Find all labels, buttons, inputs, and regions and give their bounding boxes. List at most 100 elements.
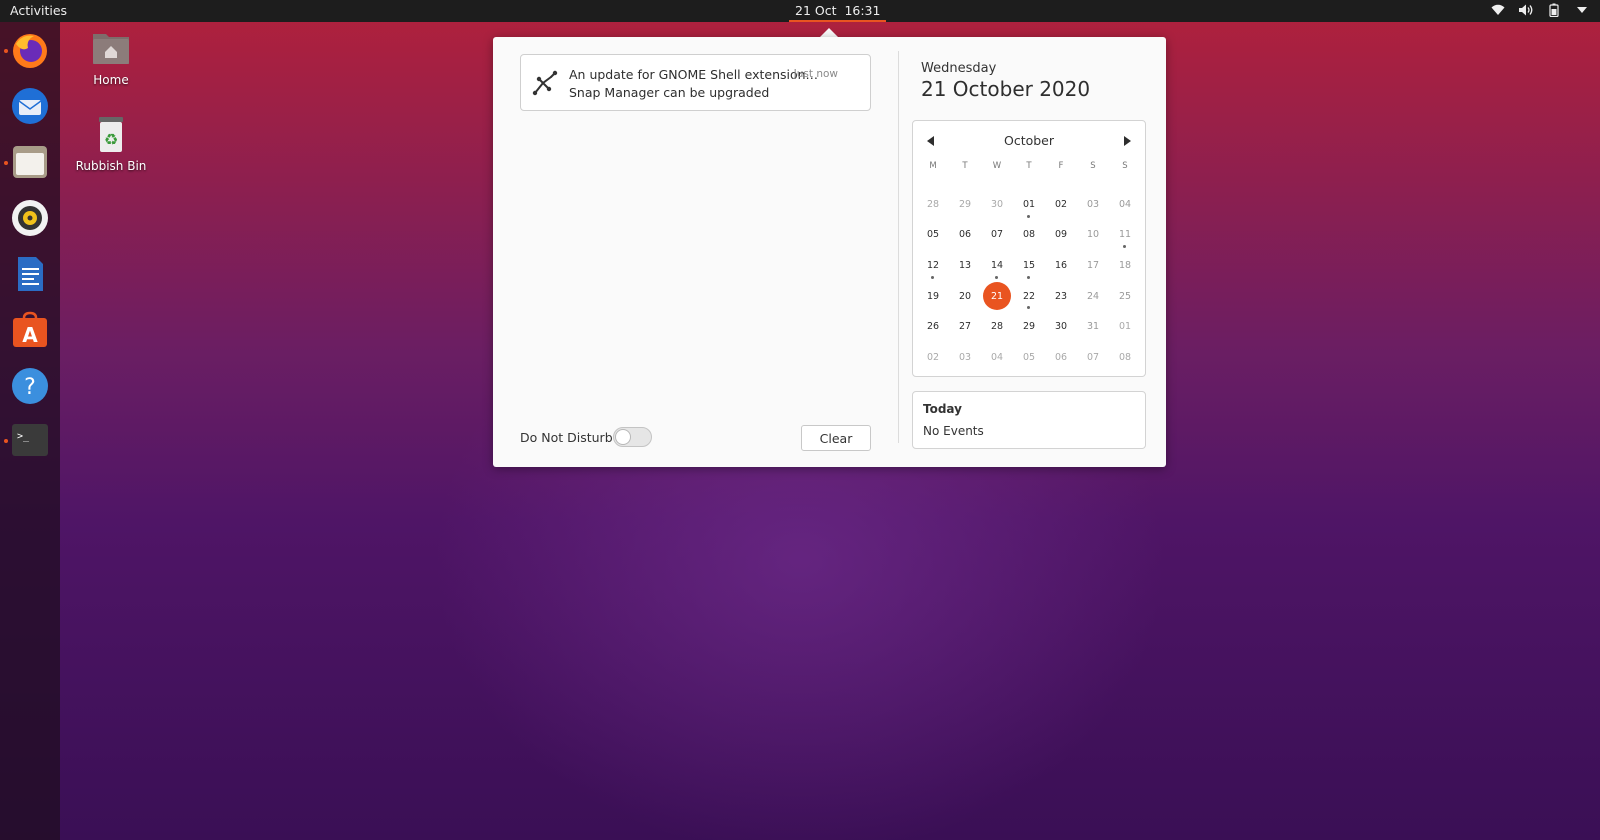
calendar-day-number: 30: [990, 198, 1004, 210]
calendar-day[interactable]: 26: [917, 311, 949, 342]
calendar-day[interactable]: 23: [1045, 281, 1077, 312]
calendar-day[interactable]: 04: [1109, 189, 1141, 220]
system-tray[interactable]: [1490, 2, 1590, 18]
calendar: October M T W T F S S 28 29 30 01 02 03 04 05 06…: [912, 120, 1146, 377]
calendar-day-number: 08: [1118, 351, 1132, 363]
calendar-day-number: 23: [1054, 290, 1068, 302]
calendar-day[interactable]: 10: [1077, 220, 1109, 251]
calendar-day[interactable]: 28: [917, 189, 949, 220]
firefox-icon[interactable]: [10, 30, 50, 70]
calendar-day[interactable]: 31: [1077, 311, 1109, 342]
weekday-header: M: [929, 161, 937, 171]
system-menu-chevron-icon[interactable]: [1574, 2, 1590, 18]
calendar-day-number: 22: [1022, 290, 1036, 302]
desktop-home[interactable]: Home: [71, 28, 151, 87]
notification-card[interactable]: An update for GNOME Shell extension… Jus…: [520, 54, 871, 111]
calendar-day-number: 27: [958, 321, 972, 333]
do-not-disturb-toggle[interactable]: [613, 427, 652, 447]
calendar-day[interactable]: 05: [917, 220, 949, 251]
calendar-day[interactable]: 29: [949, 189, 981, 220]
calendar-day[interactable]: 25: [1109, 281, 1141, 312]
calendar-day[interactable]: 30: [981, 189, 1013, 220]
terminal-icon[interactable]: >_: [10, 420, 50, 460]
help-icon[interactable]: ?: [10, 366, 50, 406]
calendar-day-number: 04: [990, 351, 1004, 363]
calendar-day[interactable]: 04: [981, 342, 1013, 373]
calendar-day[interactable]: 18: [1109, 250, 1141, 281]
calendar-day[interactable]: 13: [949, 250, 981, 281]
calendar-day[interactable]: 06: [1045, 342, 1077, 373]
calendar-day[interactable]: 28: [981, 311, 1013, 342]
calendar-day[interactable]: 29: [1013, 311, 1045, 342]
events-body: No Events: [923, 424, 984, 438]
calendar-day[interactable]: 02: [917, 342, 949, 373]
calendar-day[interactable]: 08: [1109, 342, 1141, 373]
calendar-day[interactable]: 12: [917, 250, 949, 281]
calendar-day[interactable]: 27: [949, 311, 981, 342]
calendar-day[interactable]: 02: [1045, 189, 1077, 220]
svg-text:?: ?: [24, 375, 36, 400]
weekday-label: Wednesday: [921, 61, 997, 76]
calendar-day[interactable]: 15: [1013, 250, 1045, 281]
files-icon[interactable]: [10, 142, 50, 182]
calendar-day[interactable]: 14: [981, 250, 1013, 281]
calendar-day[interactable]: 01: [1013, 189, 1045, 220]
popover-divider: [898, 51, 899, 443]
calendar-day[interactable]: 22: [1013, 281, 1045, 312]
calendar-day[interactable]: 30: [1045, 311, 1077, 342]
weekday-header: S: [1122, 161, 1128, 171]
calendar-day[interactable]: 17: [1077, 250, 1109, 281]
event-indicator-dot: [1027, 306, 1030, 310]
wifi-icon[interactable]: [1490, 2, 1506, 18]
battery-icon[interactable]: [1546, 2, 1562, 18]
clock-button[interactable]: 21 Oct 16:31: [789, 0, 887, 22]
activities-button[interactable]: Activities: [10, 3, 67, 18]
volume-icon[interactable]: [1518, 2, 1534, 18]
calendar-day-number: 29: [1022, 321, 1036, 333]
calendar-day[interactable]: 06: [949, 220, 981, 251]
calendar-day-number: 12: [926, 259, 940, 271]
desktop-rubbish-bin[interactable]: ♻ Rubbish Bin: [71, 114, 151, 173]
home-folder-icon: [93, 34, 129, 64]
events-section[interactable]: Today No Events: [912, 391, 1146, 449]
calendar-day-number: 20: [958, 290, 972, 302]
next-month-button[interactable]: [1119, 133, 1135, 149]
calendar-day-number: 05: [1022, 351, 1036, 363]
calendar-day[interactable]: 24: [1077, 281, 1109, 312]
event-indicator-dot: [1027, 275, 1030, 279]
calendar-day[interactable]: 07: [981, 220, 1013, 251]
calendar-day[interactable]: 20: [949, 281, 981, 312]
calendar-month-label: October: [1003, 133, 1055, 148]
event-indicator-dot: [931, 275, 934, 279]
desktop-home-label: Home: [93, 73, 129, 87]
writer-icon[interactable]: [10, 254, 50, 294]
calendar-day-number: 19: [926, 290, 940, 302]
desktop-rubbish-bin-label: Rubbish Bin: [75, 159, 147, 173]
calendar-day[interactable]: 19: [917, 281, 949, 312]
running-indicator: [4, 439, 8, 443]
calendar-day-number: 28: [926, 198, 940, 210]
calendar-day[interactable]: 16: [1045, 250, 1077, 281]
calendar-day-number: 24: [1086, 290, 1100, 302]
calendar-day-number: 01: [1022, 198, 1036, 210]
calendar-day[interactable]: 05: [1013, 342, 1045, 373]
calendar-day[interactable]: 03: [949, 342, 981, 373]
calendar-day[interactable]: 03: [1077, 189, 1109, 220]
calendar-day-number: 02: [926, 351, 940, 363]
calendar-day-number: 29: [958, 198, 972, 210]
weekday-header: F: [1058, 161, 1064, 171]
calendar-day-number: 09: [1054, 229, 1068, 241]
rhythmbox-icon[interactable]: [10, 198, 50, 238]
software-icon[interactable]: A: [10, 310, 50, 350]
calendar-day[interactable]: 09: [1045, 220, 1077, 251]
thunderbird-icon[interactable]: [10, 86, 50, 126]
calendar-day-number: 18: [1118, 259, 1132, 271]
calendar-day[interactable]: 08: [1013, 220, 1045, 251]
calendar-day[interactable]: 21: [981, 281, 1013, 312]
clear-button[interactable]: Clear: [801, 425, 871, 451]
calendar-day[interactable]: 07: [1077, 342, 1109, 373]
calendar-day[interactable]: 01: [1109, 311, 1141, 342]
extension-icon: [529, 67, 561, 99]
calendar-day-number: 03: [958, 351, 972, 363]
calendar-day[interactable]: 11: [1109, 220, 1141, 251]
